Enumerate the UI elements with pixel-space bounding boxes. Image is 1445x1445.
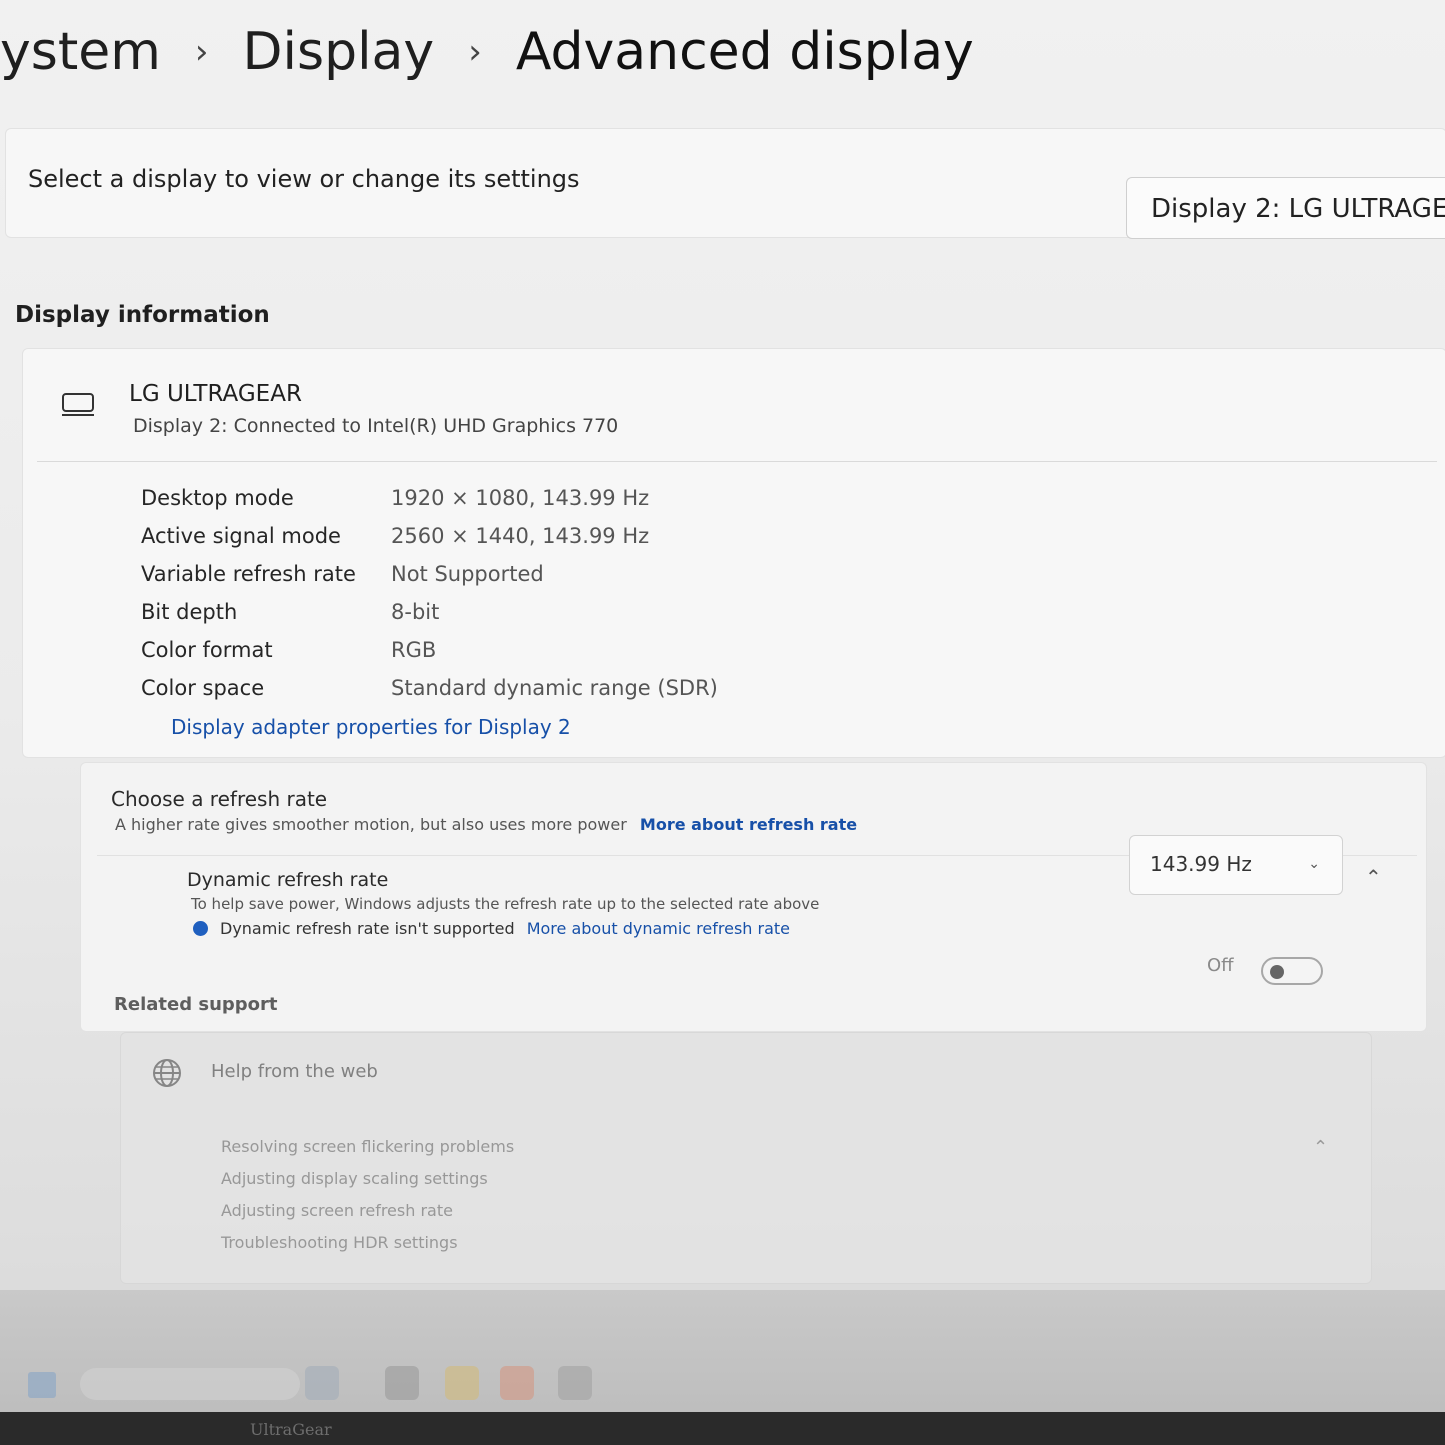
chevron-up-icon[interactable]: ⌃ — [1365, 865, 1382, 889]
more-about-dynamic-refresh-rate-link[interactable]: More about dynamic refresh rate — [527, 919, 790, 938]
chevron-up-icon[interactable]: ⌃ — [1313, 1137, 1328, 1158]
refresh-rate-subtitle: A higher rate gives smoother motion, but… — [115, 815, 627, 834]
breadcrumb: ystem › Display › Advanced display — [0, 12, 974, 92]
info-value: 8-bit — [391, 600, 440, 624]
globe-icon — [153, 1059, 181, 1087]
info-value: 2560 × 1440, 143.99 Hz — [391, 524, 650, 548]
breadcrumb-separator-icon: › — [468, 32, 482, 72]
divider — [37, 461, 1437, 462]
breadcrumb-system[interactable]: ystem — [0, 22, 161, 82]
display-info-table: Desktop mode 1920 × 1080, 143.99 Hz Acti… — [141, 479, 718, 707]
monitor-bezel: UltraGear — [0, 1412, 1445, 1445]
display-information-heading: Display information — [15, 302, 270, 328]
breadcrumb-separator-icon: › — [194, 32, 209, 72]
refresh-rate-description: A higher rate gives smoother motion, but… — [115, 815, 857, 834]
info-value: Standard dynamic range (SDR) — [391, 676, 718, 700]
start-button[interactable] — [28, 1372, 56, 1398]
info-label: Desktop mode — [141, 486, 294, 510]
display-select-dropdown[interactable]: Display 2: LG ULTRAGEAR — [1126, 177, 1445, 239]
monitor-name: LG ULTRAGEAR — [129, 381, 302, 407]
help-links-list: Resolving screen flickering problems Adj… — [221, 1131, 514, 1259]
more-about-refresh-rate-link[interactable]: More about refresh rate — [640, 815, 857, 834]
monitor-icon — [62, 393, 94, 416]
settings-gear-icon[interactable] — [558, 1366, 592, 1400]
taskbar-app-icon[interactable] — [385, 1366, 419, 1400]
refresh-rate-value: 143.99 Hz — [1150, 852, 1252, 876]
info-label: Color space — [141, 676, 265, 700]
dynamic-refresh-rate-note: Dynamic refresh rate isn't supported Mor… — [193, 919, 790, 938]
refresh-rate-dropdown[interactable]: 143.99 Hz ⌄ — [1129, 835, 1343, 895]
task-view-icon[interactable] — [305, 1366, 339, 1400]
refresh-rate-card: Choose a refresh rate A higher rate give… — [80, 762, 1427, 1032]
help-from-web-title[interactable]: Help from the web — [211, 1061, 378, 1082]
chevron-down-icon: ⌄ — [1308, 856, 1320, 872]
toggle-knob — [1270, 965, 1284, 979]
refresh-rate-title: Choose a refresh rate — [111, 787, 328, 811]
display-adapter-properties-link[interactable]: Display adapter properties for Display 2 — [171, 715, 571, 739]
breadcrumb-display[interactable]: Display — [243, 22, 435, 82]
browser-icon[interactable] — [500, 1366, 534, 1400]
info-label: Bit depth — [141, 600, 238, 624]
dynamic-refresh-rate-description: To help save power, Windows adjusts the … — [191, 895, 820, 913]
help-link-hdr-settings[interactable]: Troubleshooting HDR settings — [221, 1227, 514, 1259]
info-row-bit-depth: Bit depth 8-bit — [141, 593, 718, 631]
help-from-web-card: Help from the web ⌃ Resolving screen fli… — [120, 1032, 1372, 1284]
info-label: Active signal mode — [141, 524, 341, 548]
file-explorer-icon[interactable] — [445, 1366, 479, 1400]
dynamic-refresh-rate-title: Dynamic refresh rate — [187, 869, 389, 891]
dynamic-refresh-unsupported-text: Dynamic refresh rate isn't supported — [220, 919, 515, 938]
select-display-card: Select a display to view or change its s… — [5, 128, 1445, 239]
info-row-active-signal-mode: Active signal mode 2560 × 1440, 143.99 H… — [141, 517, 718, 555]
related-support-heading: Related support — [114, 994, 278, 1015]
display-information-card: LG ULTRAGEAR Display 2: Connected to Int… — [22, 348, 1445, 758]
info-row-variable-refresh-rate: Variable refresh rate Not Supported — [141, 555, 718, 593]
settings-window: ystem › Display › Advanced display Selec… — [0, 0, 1445, 1290]
toggle-state-label: Off — [1207, 955, 1234, 976]
info-label: Variable refresh rate — [141, 562, 356, 586]
taskbar-search-box[interactable] — [80, 1368, 300, 1400]
help-link-refresh-rate[interactable]: Adjusting screen refresh rate — [221, 1195, 514, 1227]
info-icon — [193, 921, 208, 936]
bezel-brand-logo: UltraGear — [250, 1420, 332, 1439]
dynamic-refresh-rate-toggle[interactable] — [1261, 957, 1323, 985]
info-label: Color format — [141, 638, 273, 662]
page-title: Advanced display — [515, 22, 974, 82]
select-display-prompt: Select a display to view or change its s… — [28, 165, 580, 193]
help-link-display-scaling[interactable]: Adjusting display scaling settings — [221, 1163, 514, 1195]
info-value: 1920 × 1080, 143.99 Hz — [391, 486, 650, 510]
help-link-screen-flickering[interactable]: Resolving screen flickering problems — [221, 1131, 514, 1163]
info-row-color-space: Color space Standard dynamic range (SDR) — [141, 669, 718, 707]
info-row-color-format: Color format RGB — [141, 631, 718, 669]
monitor-connection: Display 2: Connected to Intel(R) UHD Gra… — [133, 415, 619, 437]
taskbar — [0, 1290, 1445, 1420]
info-row-desktop-mode: Desktop mode 1920 × 1080, 143.99 Hz — [141, 479, 718, 517]
info-value: RGB — [391, 638, 437, 662]
info-value: Not Supported — [391, 562, 544, 586]
